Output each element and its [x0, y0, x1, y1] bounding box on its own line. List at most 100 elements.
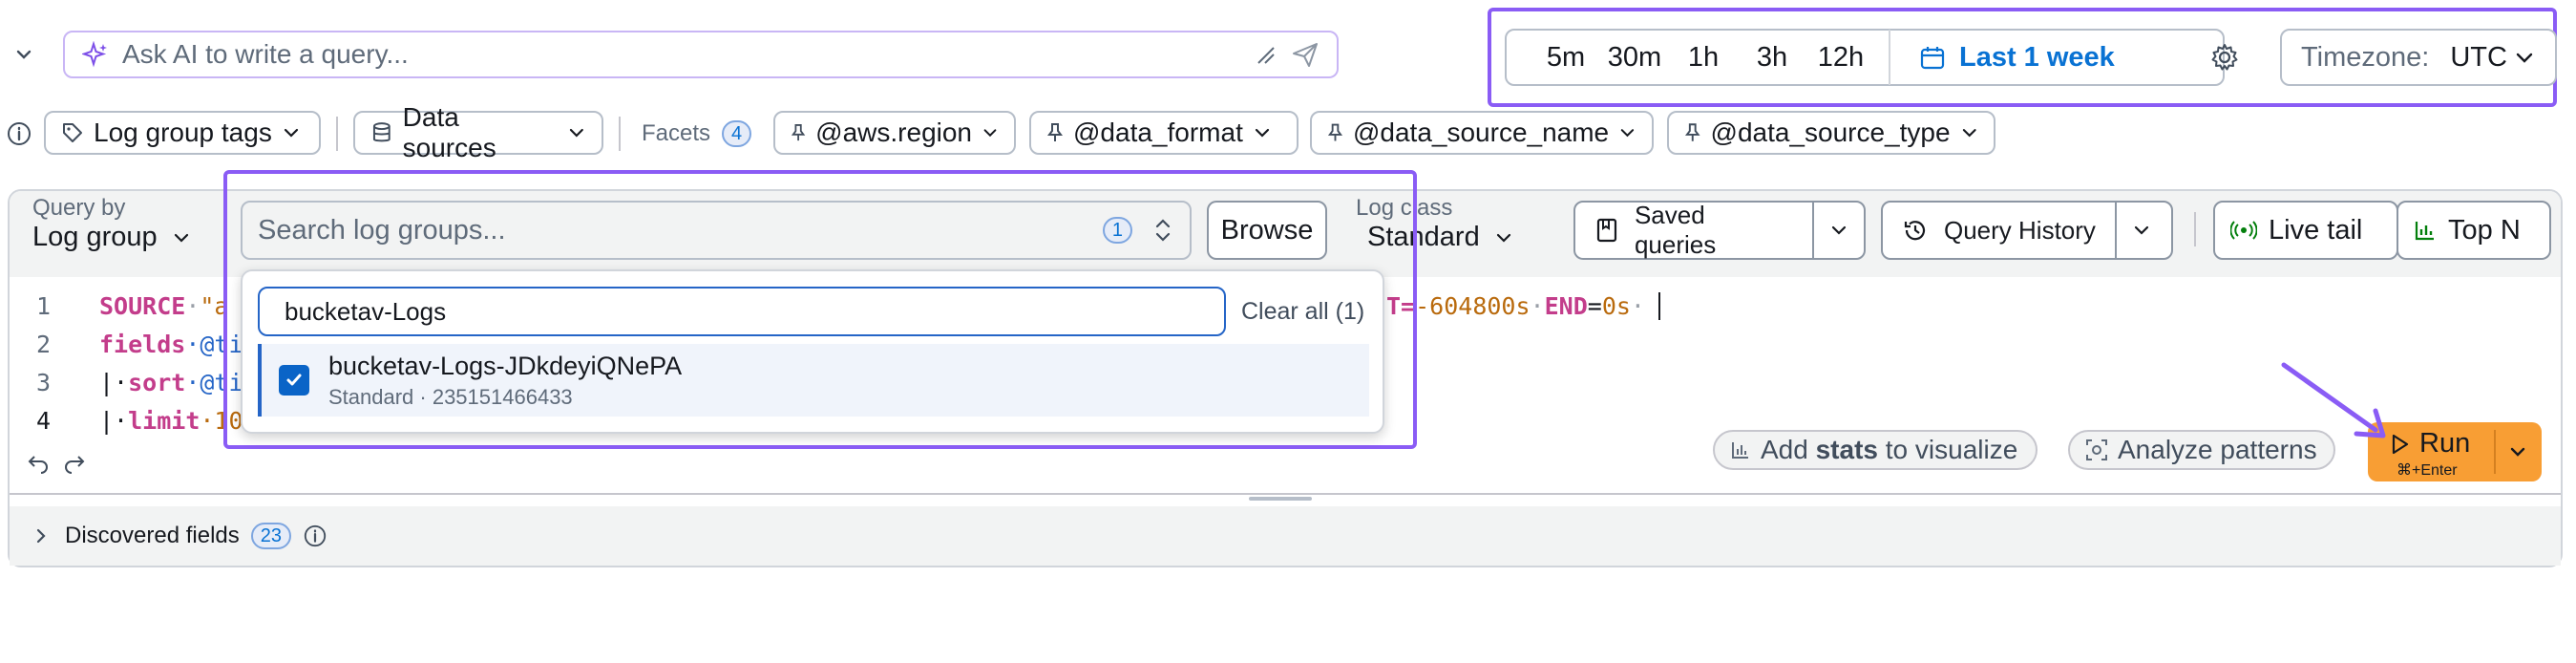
- time-range-selector[interactable]: 5m 30m 1h 3h 12h Last 1 week: [1505, 29, 2225, 86]
- code-number: -604800s: [1415, 292, 1531, 320]
- calendar-icon: [1920, 47, 1945, 70]
- time-preset-12h[interactable]: 12h: [1806, 42, 1875, 74]
- chip-divider: [619, 117, 621, 151]
- saved-queries-dropdown[interactable]: [1814, 203, 1864, 258]
- add-stats-button[interactable]: Add stats to visualize: [1713, 430, 2038, 470]
- code-space: ·: [1630, 292, 1645, 320]
- history-icon: [1904, 221, 1926, 241]
- code-keyword: SOURCE: [99, 292, 186, 320]
- top-n-label: Top N: [2448, 214, 2521, 246]
- chevron-down-icon: [570, 128, 584, 138]
- facet-label: @data_source_name: [1352, 118, 1610, 147]
- toolbar-divider: [2194, 212, 2196, 246]
- query-by-label: Query by: [32, 195, 126, 221]
- bookmark-icon: [1596, 218, 1617, 243]
- text-cursor: [1658, 292, 1676, 320]
- code-number: 0s: [1601, 292, 1631, 320]
- timezone-select[interactable]: Timezone: UTC: [2280, 29, 2557, 86]
- top-n-button[interactable]: Top N: [2397, 201, 2551, 260]
- query-by-select[interactable]: Log group: [32, 222, 192, 253]
- chevron-down-icon[interactable]: [2507, 441, 2528, 462]
- code-keyword: END: [1544, 292, 1588, 320]
- bar-chart-icon: [2415, 222, 2434, 241]
- log-group-tags-filter[interactable]: Log group tags: [44, 111, 321, 155]
- info-icon[interactable]: [6, 120, 32, 147]
- chevron-down-icon: [1255, 128, 1269, 138]
- discovered-fields-label: Discovered fields: [65, 523, 240, 548]
- annotation-arrow: [2281, 362, 2386, 438]
- line-number: 2: [36, 331, 52, 358]
- code-space: ·: [1530, 292, 1545, 320]
- code-keyword: sort: [128, 369, 186, 396]
- live-tail-label: Live tail: [2269, 214, 2363, 246]
- resize-handle[interactable]: [1249, 497, 1312, 501]
- code-line-1-tail[interactable]: T=-604800s·END=0s·: [1386, 292, 1676, 320]
- gear-icon: [2211, 44, 2238, 71]
- code-line-1[interactable]: SOURCE·"a: [99, 292, 228, 320]
- bar-chart-icon: [1732, 442, 1748, 459]
- tag-icon: [63, 123, 82, 142]
- clear-all-button[interactable]: Clear all (1): [1241, 298, 1364, 326]
- chevron-down-icon: [1496, 233, 1510, 243]
- time-range-divider: [1889, 30, 1890, 85]
- discovered-fields-row[interactable]: Discovered fields 23: [10, 506, 2561, 566]
- facet-aws-region[interactable]: @aws.region: [773, 111, 1016, 155]
- run-main[interactable]: Run: [2391, 428, 2470, 460]
- time-preset-3h[interactable]: 3h: [1738, 42, 1806, 74]
- log-group-filter-input[interactable]: bucketav-Logs: [258, 287, 1226, 336]
- discovered-fields-count: 23: [250, 523, 291, 549]
- add-stats-prefix: Add: [1761, 435, 1816, 464]
- facet-data-source-name[interactable]: @data_source_name: [1310, 111, 1654, 155]
- query-by-value: Log group: [32, 222, 158, 252]
- time-range-selected[interactable]: Last 1 week: [1959, 42, 2115, 74]
- timezone-value: UTC: [2450, 41, 2507, 73]
- run-divider: [2494, 430, 2496, 474]
- line-number: 1: [36, 292, 52, 320]
- undo-icon[interactable]: [27, 453, 50, 474]
- pin-icon: [1047, 123, 1063, 141]
- sparkle-icon: [82, 41, 107, 68]
- data-sources-filter[interactable]: Data sources: [353, 102, 603, 162]
- facets-label: Facets: [642, 120, 711, 146]
- facet-label: @data_format: [1073, 118, 1243, 147]
- pattern-scan-icon: [2086, 439, 2107, 460]
- time-preset-30m[interactable]: 30m: [1600, 42, 1669, 74]
- redo-icon[interactable]: [63, 453, 86, 474]
- ai-query-input[interactable]: Ask AI to write a query...: [63, 31, 1339, 78]
- facet-data-source-type[interactable]: @data_source_type: [1667, 111, 1995, 155]
- chevron-down-icon: [16, 50, 32, 59]
- code-line-2[interactable]: fields·@ti: [99, 331, 243, 358]
- time-preset-1h[interactable]: 1h: [1669, 42, 1738, 74]
- info-icon[interactable]: [303, 524, 327, 548]
- run-label: Run: [2419, 428, 2471, 459]
- timezone-label: Timezone:: [2301, 41, 2430, 73]
- time-settings-button[interactable]: [2190, 29, 2259, 86]
- code-line-4[interactable]: |·limit·10: [99, 407, 243, 435]
- code-pipe: |·: [99, 369, 129, 396]
- live-tail-button[interactable]: Live tail: [2213, 201, 2398, 260]
- data-sources-label: Data sources: [402, 102, 496, 162]
- run-shortcut-hint: ⌘+Enter: [2397, 462, 2458, 479]
- chevron-down-icon: [1962, 129, 1976, 138]
- time-preset-5m[interactable]: 5m: [1531, 42, 1600, 74]
- chevron-down-icon: [1831, 225, 1847, 235]
- pin-icon: [791, 124, 806, 141]
- add-stats-suffix: to visualize: [1877, 435, 2018, 464]
- query-history-button[interactable]: Query History: [1881, 201, 2173, 260]
- query-history-dropdown[interactable]: [2117, 203, 2166, 258]
- query-history-main[interactable]: Query History: [1883, 203, 2117, 258]
- ai-query-placeholder: Ask AI to write a query...: [122, 39, 409, 69]
- checkbox-checked[interactable]: [279, 365, 309, 396]
- collapse-editor-button[interactable]: [10, 40, 38, 69]
- facet-label: @data_source_type: [1710, 118, 1951, 147]
- code-operator: =: [1587, 292, 1602, 320]
- saved-queries-main[interactable]: Saved queries: [1575, 201, 1815, 259]
- chip-divider: [336, 117, 338, 151]
- log-group-option[interactable]: bucketav-Logs-JDkdeyiQNePA Standard · 23…: [258, 344, 1369, 417]
- chevron-right-icon: [36, 528, 46, 544]
- send-icon[interactable]: [1291, 40, 1320, 69]
- code-space: ·: [185, 292, 201, 320]
- code-line-3[interactable]: |·sort·@ti: [99, 369, 243, 396]
- saved-queries-button[interactable]: Saved queries: [1573, 201, 1866, 260]
- facet-data-format[interactable]: @data_format: [1029, 111, 1299, 155]
